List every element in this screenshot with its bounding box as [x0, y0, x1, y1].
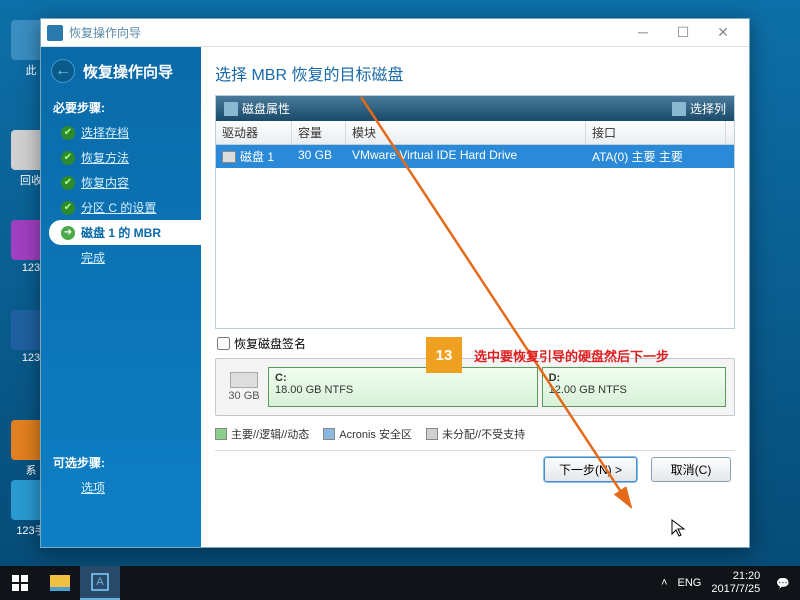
choose-columns-button[interactable]: 选择列: [690, 100, 726, 117]
columns-icon: [672, 102, 686, 116]
partition-c[interactable]: C: 18.00 GB NTFS: [268, 367, 538, 407]
step-method[interactable]: ✔恢复方法: [41, 145, 201, 170]
wizard-header: 恢复操作向导: [83, 61, 173, 82]
start-button[interactable]: [0, 566, 40, 600]
table-row[interactable]: 磁盘 1 30 GB VMware Virtual IDE Hard Drive…: [216, 145, 734, 168]
legend-unalloc-icon: [426, 428, 438, 440]
app-icon: A: [91, 573, 109, 591]
tray-lang[interactable]: ENG: [678, 577, 702, 589]
disk-icon: [222, 151, 236, 163]
disk-properties-button[interactable]: 磁盘属性: [242, 100, 290, 117]
step-content[interactable]: ✔恢复内容: [41, 170, 201, 195]
legend: 主要//逻辑//动态 Acronis 安全区 未分配//不受支持: [215, 424, 735, 450]
required-steps-title: 必要步骤:: [41, 95, 201, 120]
check-icon: ✔: [61, 201, 75, 215]
legend-primary-icon: [215, 428, 227, 440]
disk-capacity-label: 30 GB: [224, 372, 264, 402]
app-icon: [47, 25, 63, 41]
page-title: 选择 MBR 恢复的目标磁盘: [215, 61, 735, 85]
disk-table: 磁盘属性 选择列 驱动器 容量 模块 接口 磁盘 1 30 GB VMware …: [215, 95, 735, 329]
titlebar[interactable]: 恢复操作向导 ─ ☐ ✕: [41, 19, 749, 47]
tray-chevron-icon[interactable]: ˄: [661, 577, 667, 589]
taskbar: A ˄ ENG 21:20 2017/7/25 💬: [0, 566, 800, 600]
step-mbr[interactable]: ➜磁盘 1 的 MBR: [49, 220, 201, 245]
check-icon: ✔: [61, 151, 75, 165]
sidebar: ← 恢复操作向导 必要步骤: ✔选择存档 ✔恢复方法 ✔恢复内容 ✔分区 C 的…: [41, 47, 201, 547]
back-button[interactable]: ←: [51, 59, 75, 83]
check-icon: ✔: [61, 126, 75, 140]
checkbox-input[interactable]: [217, 337, 230, 350]
properties-icon: [224, 102, 238, 116]
disk-map: 30 GB C: 18.00 GB NTFS D: 12.00 GB NTFS: [215, 358, 735, 416]
maximize-button[interactable]: ☐: [663, 22, 703, 44]
button-row: 下一步(N) > 取消(C): [215, 450, 735, 482]
drive-icon: [230, 372, 258, 388]
recover-signature-checkbox[interactable]: 恢复磁盘签名: [215, 329, 735, 358]
minimize-button[interactable]: ─: [623, 22, 663, 44]
step-archive[interactable]: ✔选择存档: [41, 120, 201, 145]
cancel-button[interactable]: 取消(C): [651, 457, 731, 482]
empty-icon: [61, 481, 75, 495]
check-icon: ✔: [61, 176, 75, 190]
legend-acronis-icon: [323, 428, 335, 440]
taskbar-explorer[interactable]: [40, 566, 80, 600]
optional-steps-title: 可选步骤:: [41, 450, 201, 475]
close-button[interactable]: ✕: [703, 22, 743, 44]
step-finish[interactable]: 完成: [41, 245, 201, 270]
main-panel: 选择 MBR 恢复的目标磁盘 磁盘属性 选择列 驱动器 容量 模块 接口 磁盘 …: [201, 47, 749, 547]
table-toolbar: 磁盘属性 选择列: [216, 96, 734, 121]
table-header: 驱动器 容量 模块 接口: [216, 121, 734, 145]
step-options[interactable]: 选项: [41, 475, 201, 500]
table-empty-area[interactable]: [216, 168, 734, 328]
next-button[interactable]: 下一步(N) >: [544, 457, 637, 482]
partition-d[interactable]: D: 12.00 GB NTFS: [542, 367, 726, 407]
wizard-window: 恢复操作向导 ─ ☐ ✕ ← 恢复操作向导 必要步骤: ✔选择存档 ✔恢复方法 …: [40, 18, 750, 548]
tray-clock[interactable]: 21:20 2017/7/25: [711, 570, 766, 596]
window-title: 恢复操作向导: [69, 24, 623, 41]
arrow-icon: ➜: [61, 226, 75, 240]
empty-icon: [61, 251, 75, 265]
tray-notifications-icon[interactable]: 💬: [776, 577, 790, 590]
windows-icon: [12, 575, 28, 591]
step-partition-c[interactable]: ✔分区 C 的设置: [41, 195, 201, 220]
system-tray[interactable]: ˄ ENG 21:20 2017/7/25 💬: [651, 570, 800, 596]
folder-icon: [50, 575, 70, 591]
taskbar-app[interactable]: A: [80, 566, 120, 600]
